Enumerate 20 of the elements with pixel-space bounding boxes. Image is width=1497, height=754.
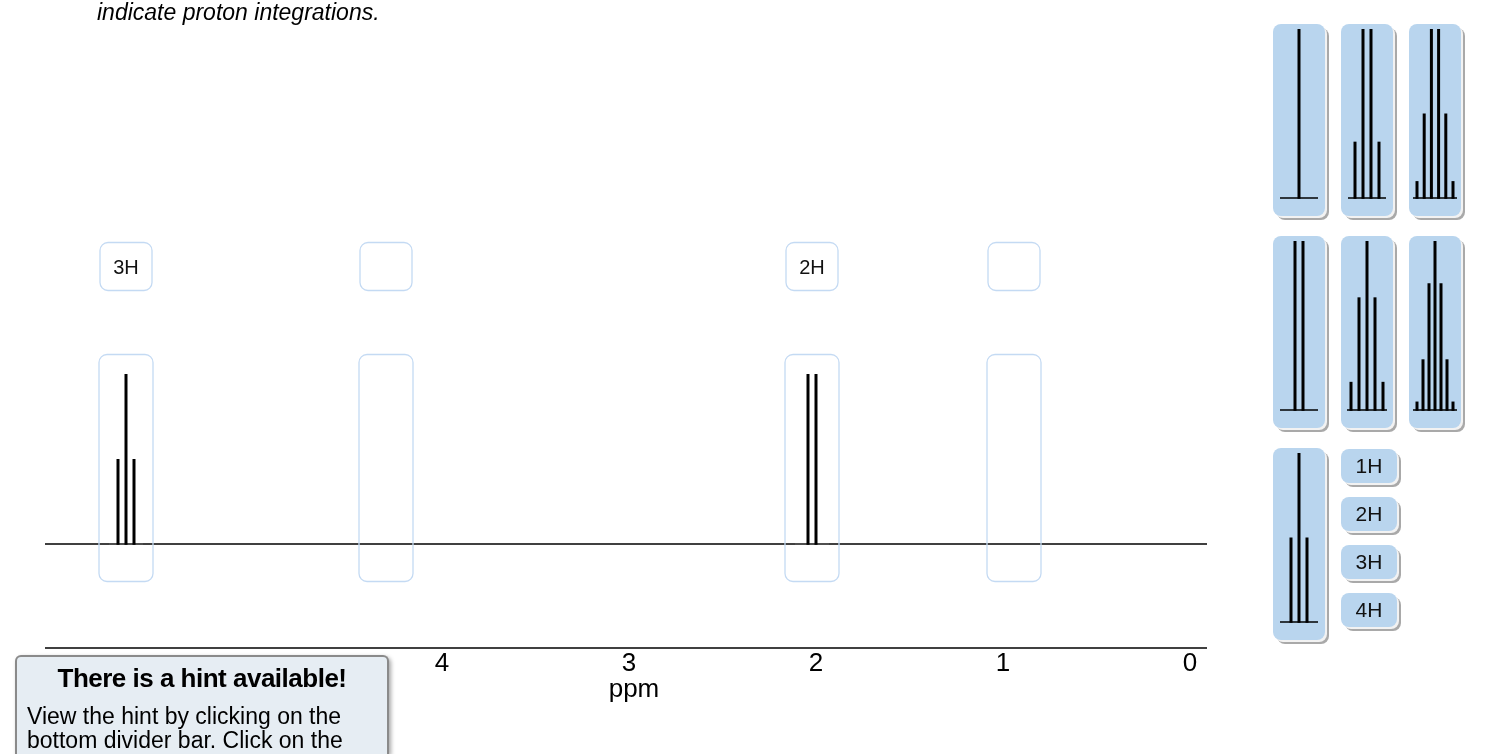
triplet-peak-icon xyxy=(1277,452,1321,624)
peak-drop-zone[interactable] xyxy=(784,353,840,583)
singlet-peak-icon xyxy=(1277,28,1321,200)
pentet-peak-icon xyxy=(1345,240,1389,412)
peak-drop-zone[interactable] xyxy=(98,353,154,583)
axis-tick-label: 4 xyxy=(434,647,450,677)
axis-tick-label: 0 xyxy=(1182,647,1198,677)
hint-text: View the hint by clicking on the bottom divider bar. Click on the xyxy=(27,704,344,752)
doublet-peak-icon[interactable] xyxy=(794,374,830,545)
integration-drop-zone[interactable]: 2H xyxy=(785,241,839,292)
instruction-text: indicate proton integrations. xyxy=(97,0,380,24)
triplet-peak-icon[interactable] xyxy=(108,374,144,545)
quartet-peak-icon xyxy=(1345,28,1389,200)
axis-tick-label: 2 xyxy=(808,647,824,677)
doublet-peak-icon xyxy=(1277,240,1321,412)
sextet-peak-icon xyxy=(1413,28,1457,200)
integration-drop-zone[interactable]: 3H xyxy=(99,241,153,292)
septet-peak-icon xyxy=(1413,240,1457,412)
hint-title: There is a hint available! xyxy=(56,663,348,693)
axis-tick-label: 1 xyxy=(995,647,1011,677)
